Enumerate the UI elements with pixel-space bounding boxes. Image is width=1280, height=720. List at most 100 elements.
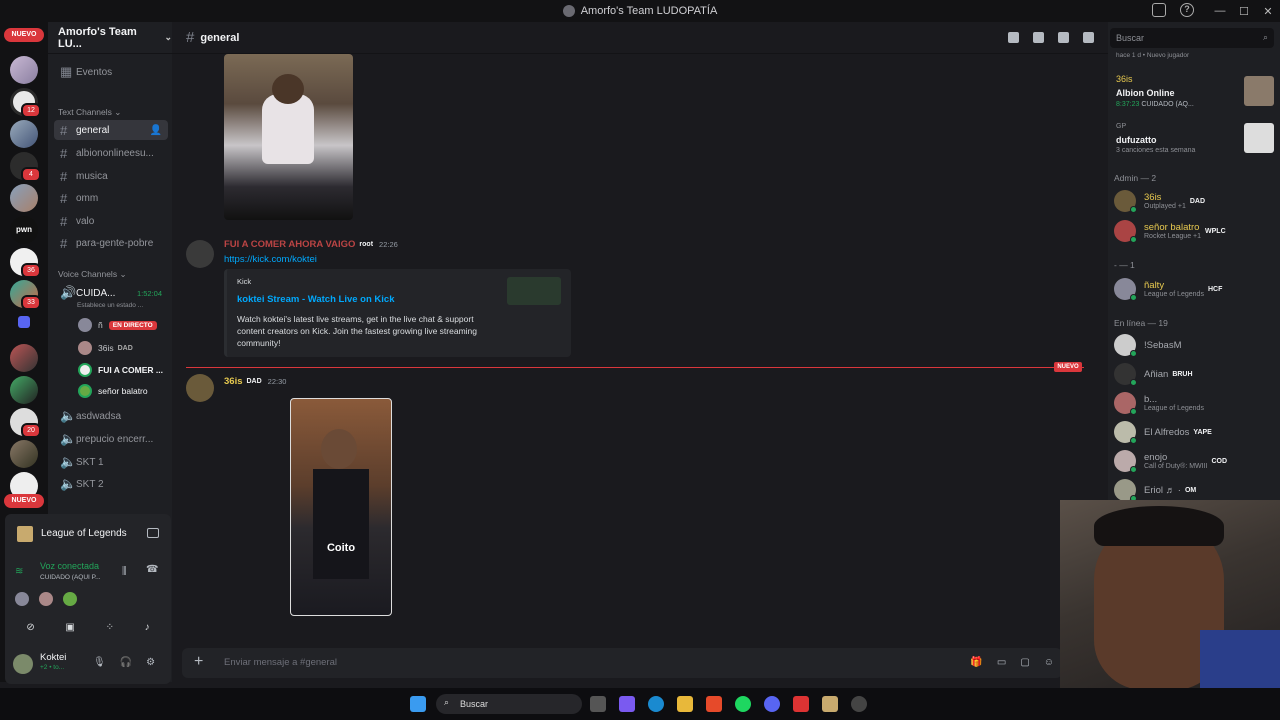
maximize-button[interactable]: ☐ [1232, 5, 1256, 18]
composer-placeholder[interactable]: Enviar mensaje a #general [224, 657, 337, 668]
message-link[interactable]: https://kick.com/koktei [224, 254, 317, 265]
voice-channel[interactable]: 🔈 SKT 2 [54, 474, 168, 494]
member-item[interactable]: enojo Call of Duty®: MWIII COD [1114, 448, 1274, 474]
search-input[interactable]: Buscar ⌕ [1110, 28, 1274, 48]
member-item[interactable]: señor balatro Rocket League +1 WPLC [1114, 218, 1274, 244]
edge-icon[interactable] [648, 696, 664, 712]
member-item[interactable]: !SebasM [1114, 332, 1274, 358]
posted-image[interactable]: Coito [290, 398, 392, 616]
new-pill-top[interactable]: NUEVO [4, 28, 44, 42]
server-header[interactable]: Amorfo's Team LU... ⌄ [48, 22, 172, 54]
events-item[interactable]: ▦ Eventos [54, 62, 168, 82]
voice-connected[interactable]: Voz conectada [40, 561, 99, 571]
mic-icon[interactable]: 🎙 [93, 657, 106, 668]
text-category[interactable]: Text Channels ⌄ [58, 107, 121, 118]
threads-icon[interactable] [1008, 32, 1019, 43]
message-author[interactable]: 36is [224, 376, 243, 387]
voice-user[interactable]: señor balatro [78, 382, 148, 400]
server-icon[interactable]: 12 [10, 88, 41, 118]
headphones-icon[interactable]: 🎧 [120, 657, 132, 668]
copilot-icon[interactable] [619, 696, 635, 712]
add-attachment-icon[interactable]: + [194, 653, 203, 671]
league-icon[interactable] [822, 696, 838, 712]
server-icon[interactable] [10, 440, 38, 468]
app-icon[interactable] [793, 696, 809, 712]
channel-omm[interactable]: # omm [54, 188, 168, 208]
server-icon[interactable]: 4 [10, 152, 41, 182]
inbox-icon[interactable] [1152, 3, 1166, 17]
activity-icon[interactable] [147, 528, 159, 538]
voice-status[interactable]: Establece un estado ... [77, 302, 143, 309]
taskbar-search[interactable]: ⌕ Buscar [436, 694, 582, 714]
activity-user[interactable]: 36is [1116, 74, 1133, 84]
server-icon[interactable] [10, 184, 38, 212]
folder-icon[interactable] [18, 316, 30, 328]
voice-channel[interactable]: 🔈 SKT 1 [54, 452, 168, 472]
emoji-icon[interactable]: ☺ [1044, 657, 1054, 668]
voice-channel[interactable]: 🔈 prepucio encerr... [54, 429, 168, 449]
message-author[interactable]: FUI A COMER AHORA VAIGO [224, 239, 355, 250]
server-icon[interactable] [10, 376, 38, 404]
camera-off-icon[interactable]: ⊘ [26, 622, 34, 633]
screen-share-icon[interactable]: ▣ [65, 622, 74, 633]
soundboard-icon[interactable]: ♪ [145, 622, 150, 633]
help-icon[interactable]: ? [1180, 3, 1194, 17]
server-icon[interactable] [10, 344, 38, 372]
member-item[interactable]: El Alfredos YAPE [1114, 419, 1274, 445]
member-item[interactable]: ñalty League of Legends HCF [1114, 276, 1274, 302]
activities-icon[interactable]: ⁘ [106, 622, 114, 633]
member-item[interactable]: b... League of Legends [1114, 390, 1274, 416]
posted-image[interactable] [224, 54, 353, 220]
minimize-button[interactable]: — [1208, 5, 1232, 17]
message-composer[interactable]: + Enviar mensaje a #general 🎁 ▭ ▢ ☺ [182, 648, 1062, 678]
sticker-icon[interactable]: ▢ [1020, 657, 1029, 668]
new-pill-bottom[interactable]: NUEVO [4, 494, 44, 508]
settings-gear-icon[interactable]: ⚙ [146, 657, 155, 668]
server-icon[interactable]: 33 [10, 280, 41, 310]
unread-badge: 12 [21, 103, 41, 118]
steam-icon[interactable] [851, 696, 867, 712]
brave-icon[interactable] [706, 696, 722, 712]
windows-start-icon[interactable] [410, 696, 426, 712]
voice-category[interactable]: Voice Channels ⌄ [58, 269, 127, 280]
gif-icon[interactable]: ▭ [997, 657, 1006, 668]
server-icon[interactable]: 36 [10, 248, 41, 278]
voice-user[interactable]: 36is DAD [78, 339, 133, 357]
voice-channel[interactable]: 🔈 asdwadsa [54, 406, 168, 426]
server-icon[interactable]: pwn [10, 216, 38, 244]
username[interactable]: Koktei [40, 652, 66, 663]
avatar[interactable] [13, 654, 33, 674]
activity-user[interactable]: GP [1116, 123, 1126, 130]
avatar[interactable] [186, 240, 214, 268]
noise-icon[interactable]: ⫼ [122, 566, 127, 577]
gift-icon[interactable]: 🎁 [970, 657, 982, 668]
file-explorer-icon[interactable] [677, 696, 693, 712]
server-icon[interactable] [10, 56, 38, 84]
channel-musica[interactable]: # musica [54, 166, 168, 186]
server-icon[interactable] [10, 120, 38, 148]
members-icon[interactable] [1083, 32, 1094, 43]
voice-user[interactable]: FUI A COMER ... [78, 361, 163, 379]
channel-albion[interactable]: # albiononlineesu... [54, 143, 168, 163]
member-item[interactable]: Añian BRUH [1114, 361, 1274, 387]
game-art[interactable] [1244, 76, 1274, 106]
channel-valo[interactable]: # valo [54, 211, 168, 231]
album-art[interactable] [1244, 123, 1274, 153]
server-icon[interactable]: 20 [10, 408, 41, 438]
channel-general[interactable]: # general 👤 [54, 120, 168, 140]
spotify-icon[interactable] [735, 696, 751, 712]
chat-area: # general FUI A COMER AHORA VAIGO root 2… [172, 22, 1108, 682]
close-button[interactable]: ✕ [1256, 5, 1280, 18]
discord-icon[interactable] [764, 696, 780, 712]
voice-user[interactable]: ñ EN DIRECTO [78, 316, 157, 334]
member-item[interactable]: 36is Outplayed +1 DAD [1114, 188, 1274, 214]
pin-icon[interactable] [1058, 32, 1069, 43]
bell-icon[interactable] [1033, 32, 1044, 43]
add-member-icon[interactable]: 👤 [150, 125, 162, 136]
avatar[interactable] [186, 374, 214, 402]
embed-thumbnail[interactable] [507, 277, 561, 305]
channel-para-gente-pobre[interactable]: # para-gente-pobre [54, 233, 168, 253]
task-view-icon[interactable] [590, 696, 606, 712]
voice-channel-active[interactable]: 🔊 CUIDA... 1:52:04 [54, 283, 168, 303]
disconnect-icon[interactable]: ☎ [146, 564, 158, 575]
